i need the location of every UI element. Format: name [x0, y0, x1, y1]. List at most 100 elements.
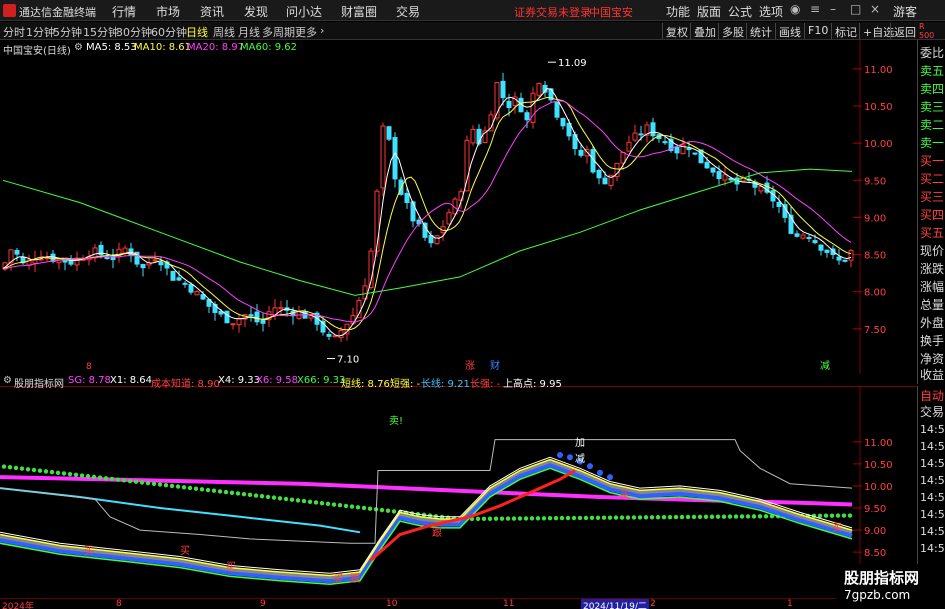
- sell-signal: 卖!: [389, 415, 403, 427]
- chevron-right-icon[interactable]: ›: [320, 24, 324, 37]
- back-button[interactable]: 返回: [890, 23, 919, 39]
- side-sell5[interactable]: 卖五: [920, 62, 944, 79]
- tick-time: 14:56: [920, 474, 945, 487]
- side-waipan[interactable]: 外盘: [920, 314, 944, 331]
- side-buy4[interactable]: 买四: [920, 206, 944, 223]
- date-axis: 2024年 8 9 10 11 2024/11/19/二 2 1: [0, 598, 917, 609]
- side-zongliang[interactable]: 总量: [920, 296, 944, 313]
- menu-icon[interactable]: ≡: [810, 2, 820, 16]
- tongji-button[interactable]: 统计: [746, 23, 775, 39]
- side-shouyi[interactable]: 收益: [920, 366, 944, 383]
- x66-dot: [655, 515, 661, 520]
- maximize-icon[interactable]: □: [850, 2, 861, 16]
- candle: [200, 294, 206, 300]
- menu-zixun[interactable]: 资讯: [200, 3, 224, 20]
- side-zhangfu[interactable]: 涨幅: [920, 278, 944, 295]
- user-icon[interactable]: ◉: [790, 2, 800, 16]
- duogu-button[interactable]: 多股: [718, 23, 747, 39]
- x66-dot: [379, 507, 385, 513]
- x66-dot: [37, 468, 43, 473]
- menu-shichang[interactable]: 市场: [156, 3, 180, 20]
- period-15min[interactable]: 15分钟: [83, 24, 119, 40]
- menu-faxian[interactable]: 发现: [244, 3, 268, 20]
- f10-button[interactable]: F10: [804, 23, 831, 39]
- period-weekly[interactable]: 周线: [213, 24, 235, 40]
- sub-settings-icon[interactable]: ⚙: [3, 375, 12, 386]
- side-huanshou[interactable]: 换手: [920, 332, 944, 349]
- legend-changxian: 长线: 9.21: [421, 379, 470, 390]
- tick-time: 14:56: [920, 542, 945, 555]
- guest-label[interactable]: 游客: [893, 3, 917, 20]
- buy-signal: 买: [620, 489, 630, 501]
- side-sell3[interactable]: 卖三: [920, 98, 944, 115]
- x66-dot: [85, 474, 91, 479]
- x66-dot: [673, 514, 679, 520]
- main-kline-chart[interactable]: 11.00 10.50 10.00 9.50 9.00 8.50 8.00 7.50 11.0…: [0, 40, 917, 374]
- candle: [806, 236, 812, 239]
- x66-dot: [13, 465, 19, 471]
- x66-dot: [697, 514, 703, 520]
- menu-hangqing[interactable]: 行情: [112, 3, 136, 20]
- candle: [626, 141, 632, 152]
- period-toolbar: 分时 1分钟 5分钟 15分钟 30分钟 60分钟 日线 周线 月线 多周期 更…: [0, 22, 945, 40]
- side-jingzi[interactable]: 净资: [920, 350, 944, 367]
- side-buy3[interactable]: 买三: [920, 188, 944, 205]
- side-buy2[interactable]: 买二: [920, 170, 944, 187]
- watermark-title: 股朋指标网: [844, 569, 920, 587]
- main-legend-title: 中国宝安(日线): [3, 46, 71, 57]
- menu-gongneng[interactable]: 功能: [666, 3, 690, 20]
- settings-icon[interactable]: ⚙: [74, 42, 83, 53]
- period-60min[interactable]: 60分钟: [151, 24, 187, 40]
- side-top-r: R: [919, 22, 925, 31]
- x66-dot: [325, 501, 331, 507]
- diejia-button[interactable]: 叠加: [690, 23, 719, 39]
- period-1min[interactable]: 1分钟: [26, 24, 55, 40]
- x66-dot: [361, 505, 367, 511]
- period-multi[interactable]: 多周期: [262, 24, 295, 40]
- period-more[interactable]: 更多: [295, 24, 317, 40]
- menu-caifuquan[interactable]: 财富圈: [341, 3, 377, 20]
- trade-label[interactable]: 交易: [920, 403, 944, 420]
- cai-marker: 财: [490, 359, 500, 372]
- period-5min[interactable]: 5分钟: [53, 24, 82, 40]
- period-fenshi[interactable]: 分时: [3, 24, 25, 40]
- side-sell2[interactable]: 卖二: [920, 116, 944, 133]
- menu-jiaoyi[interactable]: 交易: [396, 3, 420, 20]
- legend-changqiang: 长强: -: [470, 379, 501, 390]
- biaoji-button[interactable]: 标记: [831, 23, 860, 39]
- side-sell4[interactable]: 卖四: [920, 80, 944, 97]
- huaxian-button[interactable]: 画线: [775, 23, 804, 39]
- indicator-chart[interactable]: 11.0010.5010.009.509.008.508.00 买买买买跟跟卖!…: [0, 386, 917, 598]
- minimize-icon[interactable]: –: [830, 2, 836, 16]
- menu-banmian[interactable]: 版面: [697, 3, 721, 20]
- period-30min[interactable]: 30分钟: [116, 24, 152, 40]
- x66-dot: [727, 514, 733, 519]
- period-monthly[interactable]: 月线: [238, 24, 260, 40]
- candle: [176, 277, 182, 281]
- x66-dot: [97, 475, 103, 480]
- side-buy1[interactable]: 买一: [920, 152, 944, 169]
- candle: [800, 234, 806, 239]
- side-weibi[interactable]: 委比: [920, 44, 944, 61]
- peak-dot: [567, 454, 573, 461]
- x66-dot: [115, 477, 121, 482]
- side-zhangdie[interactable]: 涨跌: [920, 260, 944, 277]
- side-sell1[interactable]: 卖一: [920, 134, 944, 151]
- indicator-axis-label: 9.50: [864, 504, 886, 515]
- candle: [386, 126, 392, 140]
- side-buy5[interactable]: 买五: [920, 224, 944, 241]
- x66-dot: [199, 487, 205, 492]
- buy-signal: 买: [832, 522, 842, 534]
- x66-dot: [757, 514, 763, 519]
- menu-wenxiaoda[interactable]: 问小达: [286, 3, 322, 20]
- side-xianjia[interactable]: 现价: [920, 242, 944, 259]
- menu-xuanxiang[interactable]: 选项: [759, 3, 783, 20]
- fuquan-button[interactable]: 复权: [662, 23, 691, 39]
- login-status[interactable]: 证券交易未登录: [514, 4, 591, 20]
- menu-gongshi[interactable]: 公式: [728, 3, 752, 20]
- period-daily[interactable]: 日线: [186, 24, 208, 40]
- close-icon[interactable]: ×: [870, 2, 880, 16]
- follow-signal: 跟: [350, 573, 360, 585]
- auto-label[interactable]: 自动: [920, 387, 944, 404]
- candle: [524, 112, 530, 121]
